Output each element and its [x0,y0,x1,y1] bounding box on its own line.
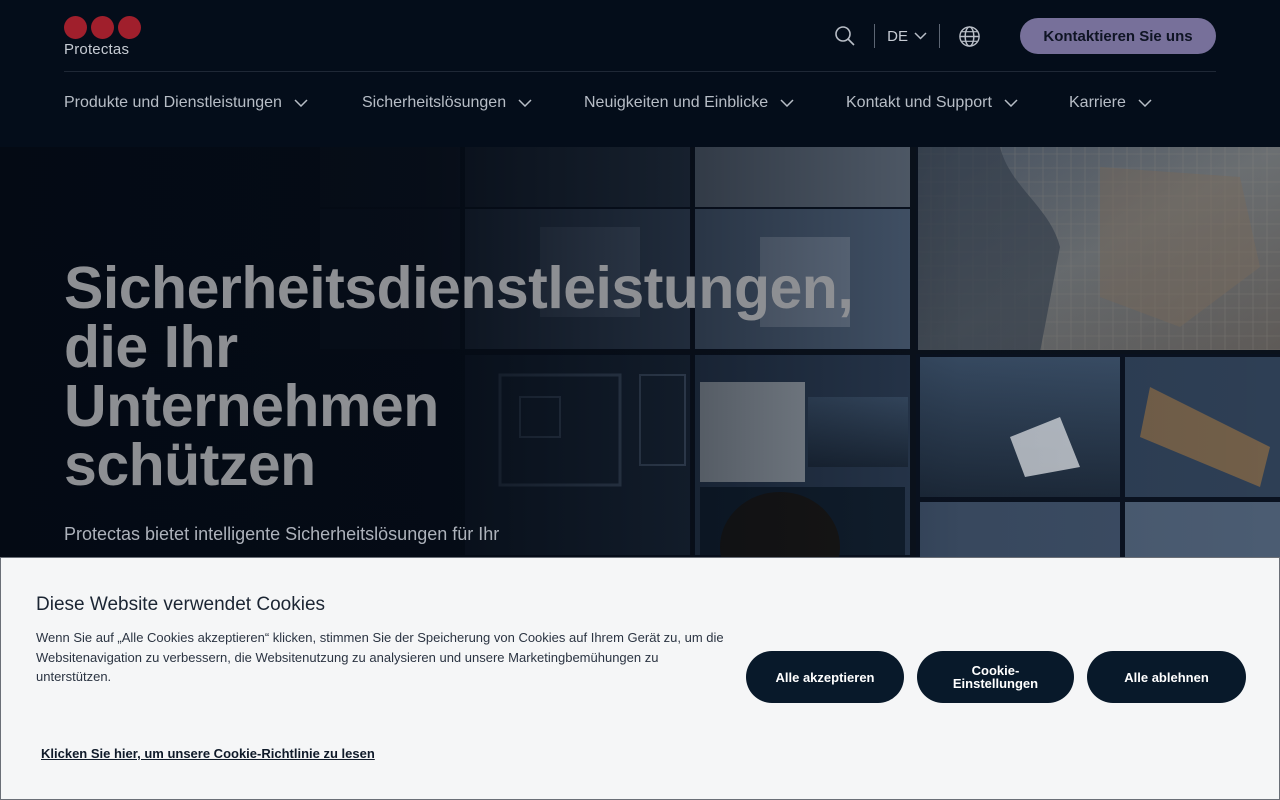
utility-bar: DE Kontaktieren Sie uns [828,18,1216,54]
reject-all-cookies-button[interactable]: Alle ablehnen [1087,651,1246,703]
nav-item-solutions[interactable]: Sicherheitslösungen [362,90,584,116]
nav-item-label: Produkte und Dienstleistungen [64,94,282,111]
chevron-down-icon [914,32,927,40]
nav-item-careers[interactable]: Karriere [1069,90,1152,116]
brand-name: Protectas [64,41,130,58]
cookie-settings-button[interactable]: Cookie-Einstellungen [917,651,1074,703]
hero-title-line: Sicherheitsdienstleistungen, [64,255,854,321]
logo-dot [91,16,114,39]
divider [874,24,876,48]
hero-title-line: Unternehmen [64,373,439,439]
cookie-banner: Diese Website verwendet Cookies Wenn Sie… [0,557,1280,800]
nav-item-contact[interactable]: Kontakt und Support [846,90,1069,116]
hero-title-line: die Ihr [64,314,238,380]
nav-item-label: Karriere [1069,94,1126,111]
cookie-description: Wenn Sie auf „Alle Cookies akzeptieren“ … [36,630,724,684]
hero-title-line: schützen [64,432,316,498]
logo-mark [64,16,154,39]
nav-item-label: Neuigkeiten und Einblicke [584,94,769,111]
language-selector[interactable]: DE [887,28,927,45]
main-nav: Produkte und Dienstleistungen Sicherheit… [64,90,1152,116]
cookie-policy-link[interactable]: Klicken Sie hier, um unsere Cookie-Richt… [41,746,375,761]
cookie-title: Diese Website verwendet Cookies [36,594,326,615]
search-icon [835,26,855,46]
nav-item-products[interactable]: Produkte und Dienstleistungen [64,90,362,116]
search-button[interactable] [828,18,862,54]
brand-logo[interactable]: Protectas [64,16,154,60]
accept-all-cookies-button[interactable]: Alle akzeptieren [746,651,904,703]
logo-dot [118,16,141,39]
nav-item-news[interactable]: Neuigkeiten und Einblicke [584,90,846,116]
site-header: Protectas DE Kontaktieren Sie uns Produk… [0,0,1280,147]
globe-icon [958,25,980,47]
chevron-down-icon [518,99,532,107]
chevron-down-icon [294,99,308,107]
logo-dot [64,16,87,39]
chevron-down-icon [780,99,794,107]
language-label: DE [887,27,908,45]
hero-title: Sicherheitsdienstleistungen, die Ihr Unt… [64,259,924,495]
hero-section: Sicherheitsdienstleistungen, die Ihr Unt… [0,147,1280,557]
chevron-down-icon [1138,99,1152,107]
nav-item-label: Sicherheitslösungen [362,94,507,111]
contact-button[interactable]: Kontaktieren Sie uns [1020,18,1216,54]
region-button[interactable] [952,18,986,54]
nav-item-label: Kontakt und Support [846,94,992,111]
chevron-down-icon [1004,99,1018,107]
divider [939,24,940,48]
header-divider [64,71,1216,72]
hero-subtitle: Protectas bietet intelligente Sicherheit… [64,524,500,544]
